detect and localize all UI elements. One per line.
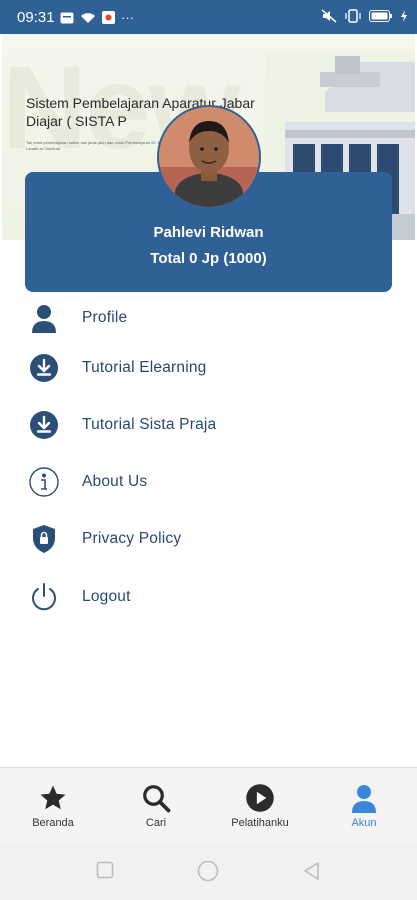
menu-item-label: Profile xyxy=(82,309,128,326)
mute-icon xyxy=(321,9,337,23)
wifi-icon xyxy=(81,12,95,23)
info-icon xyxy=(26,464,62,500)
status-right-icons xyxy=(321,9,407,23)
back-button[interactable] xyxy=(302,861,320,886)
nav-label: Beranda xyxy=(32,817,74,829)
status-time: 09:31 xyxy=(17,9,55,26)
menu-item-label: Privacy Policy xyxy=(82,530,182,547)
nav-label: Pelatihanku xyxy=(231,817,289,829)
avatar[interactable] xyxy=(157,105,261,209)
shield-lock-icon xyxy=(26,521,62,557)
message-icon xyxy=(60,12,74,23)
menu-item-label: About Us xyxy=(82,473,148,490)
status-left-icons: ··· xyxy=(60,10,134,25)
battery-icon xyxy=(369,10,392,22)
app-notification-icon xyxy=(102,11,115,24)
person-icon xyxy=(26,300,62,336)
profile-name: Pahlevi Ridwan xyxy=(153,224,264,241)
menu-item-label: Tutorial Elearning xyxy=(82,359,207,376)
menu-item-logout[interactable]: Logout xyxy=(26,577,386,617)
recent-apps-button[interactable] xyxy=(96,861,114,884)
vibrate-icon xyxy=(345,9,361,23)
nav-beranda[interactable]: Beranda xyxy=(13,782,93,829)
menu-item-tutorial-elearning[interactable]: Tutorial Elearning xyxy=(26,348,386,388)
download-icon xyxy=(26,407,62,443)
status-bar: 09:31 ··· xyxy=(0,0,417,34)
charging-icon xyxy=(401,10,407,22)
search-icon xyxy=(116,782,196,814)
home-button[interactable] xyxy=(197,860,219,887)
download-icon xyxy=(26,350,62,386)
nav-akun[interactable]: Akun xyxy=(324,782,404,829)
more-notifications: ··· xyxy=(121,10,134,25)
profile-total-jp: Total 0 Jp (1000) xyxy=(150,250,267,267)
nav-pelatihanku[interactable]: Pelatihanku xyxy=(220,782,300,829)
menu-item-label: Logout xyxy=(82,588,131,605)
nav-label: Akun xyxy=(351,817,377,829)
system-nav-bar xyxy=(0,843,417,900)
menu-item-privacy-policy[interactable]: Privacy Policy xyxy=(26,519,386,559)
menu-item-label: Tutorial Sista Praja xyxy=(82,416,217,433)
menu-item-about-us[interactable]: About Us xyxy=(26,462,386,502)
person-icon xyxy=(324,782,404,814)
menu-item-profile[interactable]: Profile xyxy=(26,298,386,338)
play-icon xyxy=(220,782,300,814)
menu-item-tutorial-sista-praja[interactable]: Tutorial Sista Praja xyxy=(26,405,386,445)
avatar-photo xyxy=(159,107,259,207)
power-icon xyxy=(26,579,62,615)
nav-cari[interactable]: Cari xyxy=(116,782,196,829)
star-icon xyxy=(13,782,93,814)
nav-label: Cari xyxy=(145,817,167,829)
bottom-nav: Beranda Cari Pelatihanku Akun xyxy=(0,767,417,843)
